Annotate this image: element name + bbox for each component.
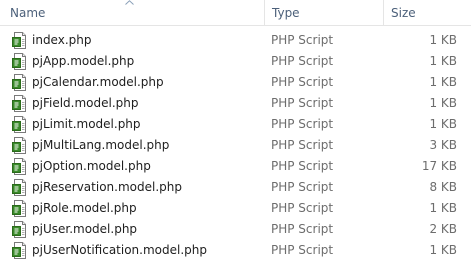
file-size: 1 KB [429, 201, 457, 215]
file-type: PHP Script [271, 33, 334, 47]
php-script-file-icon [12, 32, 28, 49]
file-size: 2 KB [429, 222, 457, 236]
file-size: 1 KB [429, 75, 457, 89]
file-row[interactable]: pjApp.model.php PHP Script 1 KB [0, 51, 471, 72]
file-type: PHP Script [271, 117, 334, 131]
file-type: PHP Script [271, 201, 334, 215]
php-script-file-icon [12, 242, 28, 259]
file-row[interactable]: pjReservation.model.php PHP Script 8 KB [0, 177, 471, 198]
php-script-file-icon [12, 137, 28, 154]
file-rows: index.php PHP Script 1 KB pjApp.model.php PH… [0, 30, 471, 261]
php-script-file-icon [12, 95, 28, 112]
file-name: pjMultiLang.model.php [32, 138, 170, 152]
file-row[interactable]: pjUser.model.php PHP Script 2 KB [0, 219, 471, 240]
file-name: index.php [32, 33, 92, 47]
file-type: PHP Script [271, 138, 334, 152]
column-header-bar: Name Type Size [0, 0, 471, 26]
php-script-file-icon [12, 179, 28, 196]
file-row[interactable]: pjOption.model.php PHP Script 17 KB [0, 156, 471, 177]
file-row[interactable]: pjUserNotification.model.php PHP Script 1 … [0, 240, 471, 261]
file-name: pjCalendar.model.php [32, 75, 164, 89]
file-name: pjReservation.model.php [32, 180, 182, 194]
file-row[interactable]: index.php PHP Script 1 KB [0, 30, 471, 51]
php-script-file-icon [12, 74, 28, 91]
sort-up-arrow-icon [122, 0, 136, 9]
file-size: 1 KB [429, 96, 457, 110]
file-type: PHP Script [271, 243, 334, 257]
file-type: PHP Script [271, 96, 334, 110]
file-name: pjLimit.model.php [32, 117, 141, 131]
file-size: 3 KB [429, 138, 457, 152]
file-name: pjRole.model.php [32, 201, 137, 215]
file-name: pjOption.model.php [32, 159, 151, 173]
file-list-view: Name Type Size index.php PHP Script 1 KB pj… [0, 0, 471, 267]
file-size: 1 KB [429, 117, 457, 131]
file-name: pjUser.model.php [32, 222, 138, 236]
file-row[interactable]: pjMultiLang.model.php PHP Script 3 KB [0, 135, 471, 156]
php-script-file-icon [12, 116, 28, 133]
php-script-file-icon [12, 158, 28, 175]
column-header-size[interactable]: Size [383, 0, 471, 26]
php-script-file-icon [12, 221, 28, 238]
file-size: 8 KB [429, 180, 457, 194]
file-size: 1 KB [429, 243, 457, 257]
php-script-file-icon [12, 200, 28, 217]
file-type: PHP Script [271, 75, 334, 89]
file-name: pjApp.model.php [32, 54, 135, 68]
column-header-size-label: Size [391, 6, 416, 20]
file-type: PHP Script [271, 222, 334, 236]
file-row[interactable]: pjField.model.php PHP Script 1 KB [0, 93, 471, 114]
php-script-file-icon [12, 53, 28, 70]
file-name: pjField.model.php [32, 96, 139, 110]
column-header-type-label: Type [272, 6, 300, 20]
file-size: 1 KB [429, 33, 457, 47]
file-type: PHP Script [271, 180, 334, 194]
file-name: pjUserNotification.model.php [32, 243, 207, 257]
file-size: 17 KB [421, 159, 457, 173]
column-header-type[interactable]: Type [264, 0, 383, 26]
column-header-name-label: Name [10, 6, 46, 20]
file-size: 1 KB [429, 54, 457, 68]
file-row[interactable]: pjLimit.model.php PHP Script 1 KB [0, 114, 471, 135]
file-row[interactable]: pjCalendar.model.php PHP Script 1 KB [0, 72, 471, 93]
file-row[interactable]: pjRole.model.php PHP Script 1 KB [0, 198, 471, 219]
file-type: PHP Script [271, 159, 334, 173]
file-type: PHP Script [271, 54, 334, 68]
